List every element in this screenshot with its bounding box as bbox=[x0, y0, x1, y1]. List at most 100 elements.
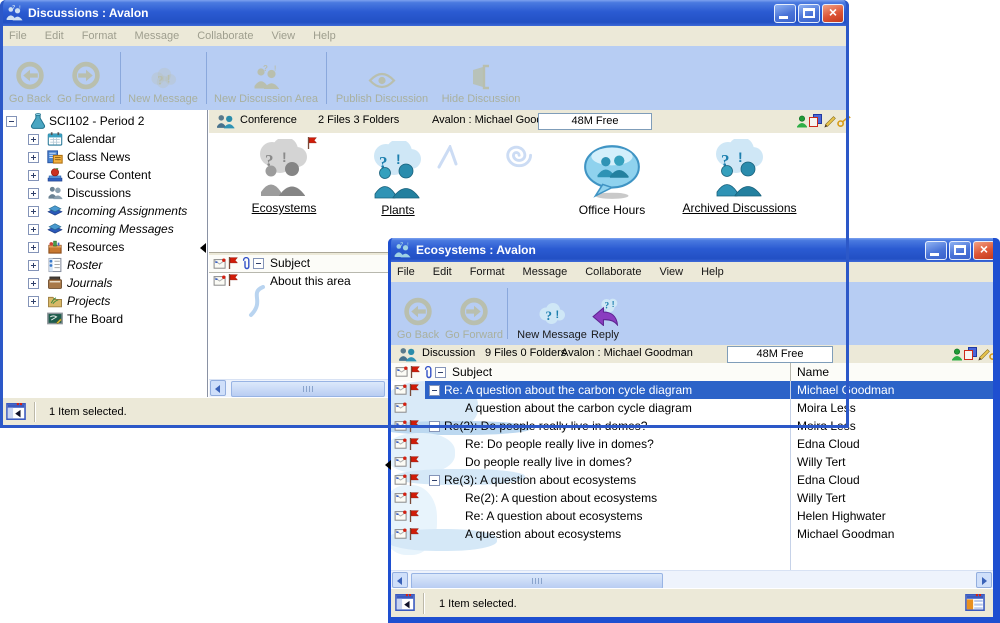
hide-discussion-button[interactable]: Hide Discussion bbox=[436, 50, 526, 105]
scroll-left-button[interactable] bbox=[392, 572, 408, 588]
publish-discussion-button[interactable]: Publish Discussion bbox=[330, 50, 434, 105]
titlebar-ecosystems[interactable]: Ecosystems : Avalon bbox=[388, 238, 1000, 262]
panel-toggle-icon[interactable] bbox=[395, 594, 415, 611]
expand-box[interactable] bbox=[28, 206, 39, 217]
tree-item-class-news[interactable]: Class News bbox=[3, 148, 207, 166]
key-pencil-icon[interactable] bbox=[837, 115, 851, 127]
scroll-thumb[interactable] bbox=[231, 381, 385, 397]
menu-file[interactable]: File bbox=[0, 30, 36, 42]
message-row[interactable]: Re(3): A question about ecosystems Edna … bbox=[391, 471, 993, 489]
tree-item-calendar[interactable]: Calendar bbox=[3, 130, 207, 148]
view-grid-icon[interactable] bbox=[965, 594, 985, 611]
tree-item-root[interactable]: SCI102 - Period 2 bbox=[3, 112, 207, 130]
subject-column-label[interactable]: Subject bbox=[452, 365, 492, 379]
go-forward-button[interactable]: Go Forward bbox=[444, 286, 504, 341]
tree-item-projects[interactable]: Projects bbox=[3, 292, 207, 310]
column-divider[interactable] bbox=[790, 363, 791, 381]
expand-box[interactable] bbox=[28, 224, 39, 235]
menu-help[interactable]: Help bbox=[304, 30, 345, 42]
item-office-hours[interactable]: Office Hours bbox=[569, 141, 655, 217]
menu-collaborate[interactable]: Collaborate bbox=[188, 30, 262, 42]
permissions-person-icon[interactable] bbox=[796, 115, 808, 128]
envelope-icon bbox=[394, 528, 407, 539]
key-pencil-icon[interactable] bbox=[989, 348, 1000, 360]
minimize-button[interactable] bbox=[925, 241, 947, 260]
collapse-thread-box[interactable] bbox=[429, 475, 440, 486]
menu-format[interactable]: Format bbox=[461, 266, 514, 278]
collapse-panel-arrow[interactable] bbox=[200, 243, 206, 253]
tree-item-discussions[interactable]: Discussions bbox=[3, 184, 207, 202]
expand-box[interactable] bbox=[28, 152, 39, 163]
maximize-button[interactable] bbox=[798, 4, 820, 23]
pencil-icon[interactable] bbox=[824, 114, 836, 128]
tree-item-journals[interactable]: Journals bbox=[3, 274, 207, 292]
menu-message[interactable]: Message bbox=[514, 266, 577, 278]
maximize-button[interactable] bbox=[949, 241, 971, 260]
go-forward-button[interactable]: Go Forward bbox=[56, 50, 116, 105]
red-flag-icon bbox=[409, 528, 419, 540]
expand-box[interactable] bbox=[28, 242, 39, 253]
message-row[interactable]: Re: Do people really live in domes? Edna… bbox=[391, 435, 993, 453]
new-discussion-area-button[interactable]: New Discussion Area bbox=[210, 50, 322, 105]
message-row[interactable]: Re: A question about the carbon cycle di… bbox=[391, 381, 993, 399]
menu-format[interactable]: Format bbox=[73, 30, 126, 42]
message-row[interactable]: Re(2): Do people really live in domes? M… bbox=[391, 417, 993, 435]
expand-box[interactable] bbox=[28, 260, 39, 271]
expand-box[interactable] bbox=[28, 134, 39, 145]
ecosystems-discussion-icon bbox=[254, 139, 314, 199]
message-row[interactable]: A question about the carbon cycle diagra… bbox=[391, 399, 993, 417]
squiggle-decoration bbox=[245, 285, 267, 319]
new-message-button[interactable]: New Message bbox=[124, 50, 202, 105]
new-message-button[interactable]: New Message bbox=[512, 286, 592, 341]
minimize-button[interactable] bbox=[774, 4, 796, 23]
expand-box[interactable] bbox=[28, 278, 39, 289]
scroll-thumb[interactable] bbox=[411, 573, 663, 589]
expand-box[interactable] bbox=[28, 296, 39, 307]
expand-box[interactable] bbox=[28, 188, 39, 199]
tree-item-roster[interactable]: Roster bbox=[3, 256, 207, 274]
tree-item-resources[interactable]: Resources bbox=[3, 238, 207, 256]
scroll-left-button[interactable] bbox=[210, 380, 226, 396]
menu-collaborate[interactable]: Collaborate bbox=[576, 266, 650, 278]
collapse-thread-box[interactable] bbox=[429, 385, 440, 396]
item-ecosystems[interactable]: Ecosystems bbox=[239, 139, 329, 215]
go-back-button[interactable]: Go Back bbox=[4, 50, 56, 105]
pages-icon[interactable] bbox=[809, 114, 822, 127]
panel-divider[interactable] bbox=[207, 110, 208, 397]
menu-view[interactable]: View bbox=[262, 30, 304, 42]
menu-edit[interactable]: Edit bbox=[36, 30, 73, 42]
message-row[interactable]: Do people really live in domes? Willy Te… bbox=[391, 453, 993, 471]
projects-icon bbox=[47, 293, 63, 309]
permissions-person-icon[interactable] bbox=[951, 348, 963, 361]
panel-toggle-icon[interactable] bbox=[6, 403, 26, 420]
collapse-panel-arrow[interactable] bbox=[385, 460, 391, 470]
scroll-right-button[interactable] bbox=[976, 572, 992, 588]
tree-item-incoming-messages[interactable]: Incoming Messages bbox=[3, 220, 207, 238]
tree-item-incoming-assignments[interactable]: Incoming Assignments bbox=[3, 202, 207, 220]
item-archived-discussions[interactable]: Archived Discussions bbox=[667, 139, 812, 215]
menu-message[interactable]: Message bbox=[126, 30, 189, 42]
menu-file[interactable]: File bbox=[388, 266, 424, 278]
menu-view[interactable]: View bbox=[650, 266, 692, 278]
titlebar-discussions[interactable]: Discussions : Avalon bbox=[0, 0, 849, 26]
reply-button[interactable]: Reply bbox=[583, 286, 627, 341]
tree-item-the-board[interactable]: The Board bbox=[3, 310, 207, 328]
list-hscrollbar[interactable] bbox=[391, 570, 993, 589]
message-row[interactable]: Re: A question about ecosystems Helen Hi… bbox=[391, 507, 993, 525]
pages-icon[interactable] bbox=[964, 347, 977, 360]
expand-box[interactable] bbox=[28, 170, 39, 181]
collapse-all-box[interactable] bbox=[253, 258, 264, 269]
tree-item-course-content[interactable]: Course Content bbox=[3, 166, 207, 184]
message-row[interactable]: A question about ecosystems Michael Good… bbox=[391, 525, 993, 543]
close-button[interactable] bbox=[822, 4, 844, 23]
item-plants[interactable]: Plants bbox=[355, 141, 441, 217]
menu-help[interactable]: Help bbox=[692, 266, 733, 278]
go-back-button[interactable]: Go Back bbox=[392, 286, 444, 341]
collapse-thread-box[interactable] bbox=[429, 421, 440, 432]
collapse-box[interactable] bbox=[6, 116, 17, 127]
name-column-label[interactable]: Name bbox=[797, 365, 829, 379]
close-button[interactable] bbox=[973, 241, 995, 260]
collapse-all-box[interactable] bbox=[435, 367, 446, 378]
menu-edit[interactable]: Edit bbox=[424, 266, 461, 278]
message-row[interactable]: Re(2): A question about ecosystems Willy… bbox=[391, 489, 993, 507]
